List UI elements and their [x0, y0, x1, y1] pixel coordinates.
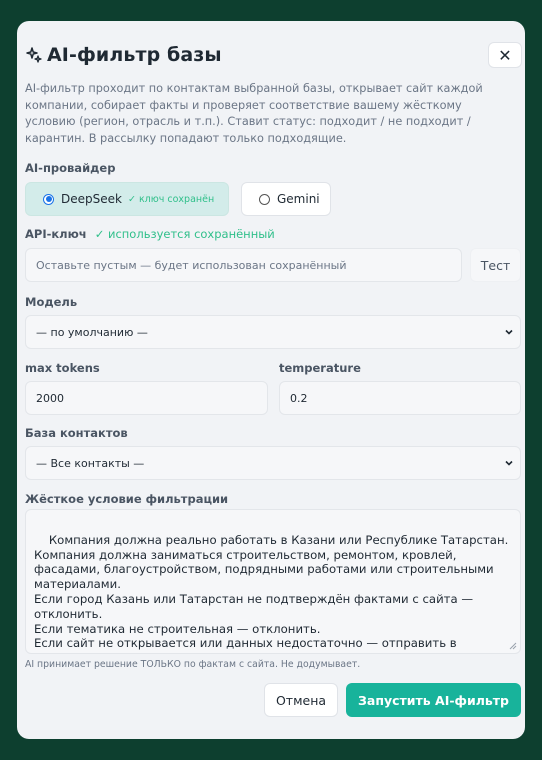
close-icon: ✕ — [498, 45, 512, 65]
provider-option-label: Gemini — [277, 192, 320, 206]
provider-option-deepseek[interactable]: DeepSeek ✓ ключ сохранён — [25, 182, 229, 216]
max-tokens-value: 2000 — [36, 391, 64, 405]
model-select[interactable]: — по умолчанию — — [25, 315, 521, 349]
condition-label: Жёсткое условие фильтрации — [25, 492, 229, 506]
dialog-title: AI-фильтр базы — [47, 44, 222, 66]
radio-unchecked-icon[interactable] — [259, 193, 270, 205]
close-button[interactable]: ✕ — [488, 42, 522, 68]
condition-textarea[interactable]: Компания должна реально работать в Казан… — [25, 509, 521, 654]
chevron-down-icon — [505, 329, 513, 335]
temperature-input[interactable]: 0.2 — [279, 381, 521, 415]
max-tokens-input[interactable]: 2000 — [25, 381, 268, 415]
api-key-status: ✓ используется сохранённый — [94, 227, 275, 241]
contacts-base-value: — Все контакты — — [36, 456, 145, 470]
dialog-header: AI-фильтр базы — [25, 41, 525, 69]
max-tokens-label: max tokens — [25, 361, 100, 375]
chevron-down-icon — [505, 460, 513, 466]
sparkle-icon — [25, 46, 43, 64]
run-ai-filter-button[interactable]: Запустить AI-фильтр — [346, 683, 521, 717]
key-saved-note: ✓ ключ сохранён — [127, 193, 215, 205]
provider-label: AI-провайдер — [25, 161, 116, 175]
model-value: — по умолчанию — — [36, 325, 148, 339]
condition-text: Компания должна реально работать в Казан… — [34, 532, 509, 653]
contacts-base-label: База контактов — [25, 426, 128, 440]
api-key-label: API-ключ — [25, 227, 87, 241]
temperature-label: temperature — [279, 361, 361, 375]
api-key-label-row: API-ключ ✓ используется сохранённый — [25, 227, 275, 241]
radio-checked-icon[interactable] — [43, 193, 54, 205]
resize-grip-icon[interactable] — [509, 642, 517, 650]
test-button[interactable]: Тест — [470, 248, 521, 282]
provider-option-gemini[interactable]: Gemini — [241, 182, 331, 216]
contacts-base-select[interactable]: — Все контакты — — [25, 446, 521, 480]
dialog-description: AI-фильтр проходит по контактам выбранно… — [25, 82, 483, 145]
temperature-value: 0.2 — [290, 391, 308, 405]
cancel-button[interactable]: Отмена — [264, 683, 338, 717]
api-key-input[interactable]: Оставьте пустым — будет использован сохр… — [25, 248, 462, 282]
ai-filter-dialog: AI-фильтр базы ✕ AI-фильтр проходит по к… — [17, 21, 525, 739]
provider-option-label: DeepSeek — [61, 192, 122, 206]
condition-hint: AI принимает решение ТОЛЬКО по фактам с … — [25, 659, 361, 670]
model-label: Модель — [25, 295, 78, 309]
api-key-placeholder: Оставьте пустым — будет использован сохр… — [36, 258, 347, 272]
